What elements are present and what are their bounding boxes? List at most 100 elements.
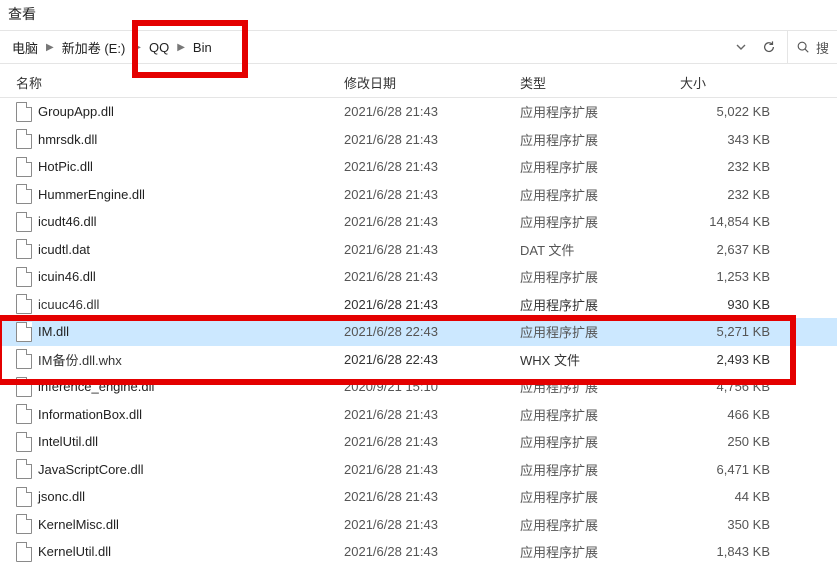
- chevron-right-icon: ▶: [131, 42, 143, 53]
- file-row[interactable]: icudt46.dll2021/6/28 21:43应用程序扩展14,854 K…: [0, 208, 837, 236]
- file-date: 2021/6/28 21:43: [344, 462, 520, 477]
- file-name-cell: IM.dll: [16, 322, 344, 342]
- file-name-cell: InformationBox.dll: [16, 404, 344, 424]
- file-row[interactable]: jsonc.dll2021/6/28 21:43应用程序扩展44 KB: [0, 483, 837, 511]
- file-type: 应用程序扩展: [520, 460, 680, 479]
- file-type: 应用程序扩展: [520, 102, 680, 121]
- file-date: 2021/6/28 21:43: [344, 104, 520, 119]
- file-date: 2021/6/28 21:43: [344, 407, 520, 422]
- chevron-down-icon: [736, 42, 746, 52]
- breadcrumb-seg-computer[interactable]: 电脑: [6, 34, 44, 61]
- file-size: 2,637 KB: [680, 242, 776, 257]
- file-type: 应用程序扩展: [520, 322, 680, 341]
- file-name: hmrsdk.dll: [38, 132, 97, 147]
- column-header-date[interactable]: 修改日期: [344, 73, 520, 92]
- file-date: 2021/6/28 22:43: [344, 352, 520, 367]
- breadcrumb-seg-bin[interactable]: Bin: [187, 36, 218, 59]
- file-row[interactable]: KernelUtil.dll2021/6/28 21:43应用程序扩展1,843…: [0, 538, 837, 566]
- file-name-cell: icuin46.dll: [16, 267, 344, 287]
- file-icon: [16, 102, 32, 122]
- file-size: 44 KB: [680, 489, 776, 504]
- file-type: 应用程序扩展: [520, 515, 680, 534]
- file-row[interactable]: icudtl.dat2021/6/28 21:43DAT 文件2,637 KB: [0, 236, 837, 264]
- column-header-size[interactable]: 大小: [680, 73, 776, 92]
- file-name-cell: JavaScriptCore.dll: [16, 459, 344, 479]
- file-size: 343 KB: [680, 132, 776, 147]
- file-date: 2020/9/21 15:10: [344, 379, 520, 394]
- file-size: 350 KB: [680, 517, 776, 532]
- file-name-cell: icudtl.dat: [16, 239, 344, 259]
- file-size: 1,253 KB: [680, 269, 776, 284]
- file-icon: [16, 404, 32, 424]
- file-row[interactable]: hmrsdk.dll 2021/6/28 21:43应用程序扩展343 KB: [0, 126, 837, 154]
- file-name-cell: icudt46.dll: [16, 212, 344, 232]
- file-name: KernelMisc.dll: [38, 517, 119, 532]
- file-row[interactable]: HummerEngine.dll2021/6/28 21:43应用程序扩展232…: [0, 181, 837, 209]
- file-size: 5,022 KB: [680, 104, 776, 119]
- file-name-cell: IM备份.dll.whx: [16, 349, 344, 369]
- file-type: 应用程序扩展: [520, 405, 680, 424]
- file-list: GroupApp.dll2021/6/28 21:43应用程序扩展5,022 K…: [0, 98, 837, 566]
- file-date: 2021/6/28 22:43: [344, 324, 520, 339]
- file-type: 应用程序扩展: [520, 377, 680, 396]
- file-name: icudt46.dll: [38, 214, 97, 229]
- file-name-cell: GroupApp.dll: [16, 102, 344, 122]
- file-name: KernelUtil.dll: [38, 544, 111, 559]
- file-size: 2,493 KB: [680, 352, 776, 367]
- file-icon: [16, 184, 32, 204]
- file-icon: [16, 239, 32, 259]
- file-icon: [16, 157, 32, 177]
- file-date: 2021/6/28 21:43: [344, 434, 520, 449]
- file-row[interactable]: IM.dll2021/6/28 22:43应用程序扩展5,271 KB: [0, 318, 837, 346]
- file-icon: [16, 212, 32, 232]
- search-box[interactable]: 搜: [787, 31, 837, 63]
- file-row[interactable]: GroupApp.dll2021/6/28 21:43应用程序扩展5,022 K…: [0, 98, 837, 126]
- file-date: 2021/6/28 21:43: [344, 242, 520, 257]
- file-icon: [16, 514, 32, 534]
- file-size: 4,756 KB: [680, 379, 776, 394]
- file-icon: [16, 459, 32, 479]
- file-row[interactable]: icuin46.dll2021/6/28 21:43应用程序扩展1,253 KB: [0, 263, 837, 291]
- file-date: 2021/6/28 21:43: [344, 269, 520, 284]
- menu-view[interactable]: 查看: [8, 6, 36, 22]
- history-dropdown-button[interactable]: [731, 37, 751, 57]
- file-date: 2021/6/28 21:43: [344, 489, 520, 504]
- breadcrumb-seg-drive[interactable]: 新加卷 (E:): [56, 34, 132, 61]
- file-size: 466 KB: [680, 407, 776, 422]
- address-bar: 电脑 ▶ 新加卷 (E:) ▶ QQ ▶ Bin 搜: [0, 30, 837, 64]
- file-name-cell: IntelUtil.dll: [16, 432, 344, 452]
- file-row[interactable]: icuuc46.dll2021/6/28 21:43应用程序扩展930 KB: [0, 291, 837, 319]
- file-type: WHX 文件: [520, 350, 680, 369]
- file-row[interactable]: HotPic.dll2021/6/28 21:43应用程序扩展232 KB: [0, 153, 837, 181]
- file-row[interactable]: IntelUtil.dll2021/6/28 21:43应用程序扩展250 KB: [0, 428, 837, 456]
- file-name: JavaScriptCore.dll: [38, 462, 144, 477]
- file-icon: [16, 349, 32, 369]
- file-size: 232 KB: [680, 159, 776, 174]
- file-row[interactable]: inference_engine.dll2020/9/21 15:10应用程序扩…: [0, 373, 837, 401]
- menu-bar: 查看: [0, 0, 837, 30]
- file-row[interactable]: KernelMisc.dll2021/6/28 21:43应用程序扩展350 K…: [0, 511, 837, 539]
- file-size: 1,843 KB: [680, 544, 776, 559]
- file-name-cell: KernelMisc.dll: [16, 514, 344, 534]
- file-name: IM.dll: [38, 324, 69, 339]
- file-date: 2021/6/28 21:43: [344, 132, 520, 147]
- file-icon: [16, 129, 32, 149]
- file-row[interactable]: InformationBox.dll2021/6/28 21:43应用程序扩展4…: [0, 401, 837, 429]
- breadcrumb-seg-qq[interactable]: QQ: [143, 36, 175, 59]
- file-type: 应用程序扩展: [520, 130, 680, 149]
- file-row[interactable]: JavaScriptCore.dll2021/6/28 21:43应用程序扩展6…: [0, 456, 837, 484]
- file-icon: [16, 377, 32, 397]
- column-header-name[interactable]: 名称: [16, 73, 344, 92]
- column-header-type[interactable]: 类型: [520, 73, 680, 92]
- file-icon: [16, 432, 32, 452]
- file-row[interactable]: IM备份.dll.whx2021/6/28 22:43WHX 文件2,493 K…: [0, 346, 837, 374]
- file-type: 应用程序扩展: [520, 487, 680, 506]
- file-type: 应用程序扩展: [520, 267, 680, 286]
- file-name: HummerEngine.dll: [38, 187, 145, 202]
- refresh-button[interactable]: [759, 37, 779, 57]
- file-date: 2021/6/28 21:43: [344, 187, 520, 202]
- search-icon: [796, 40, 810, 54]
- file-size: 930 KB: [680, 297, 776, 312]
- search-label: 搜: [816, 38, 829, 57]
- file-type: DAT 文件: [520, 240, 680, 259]
